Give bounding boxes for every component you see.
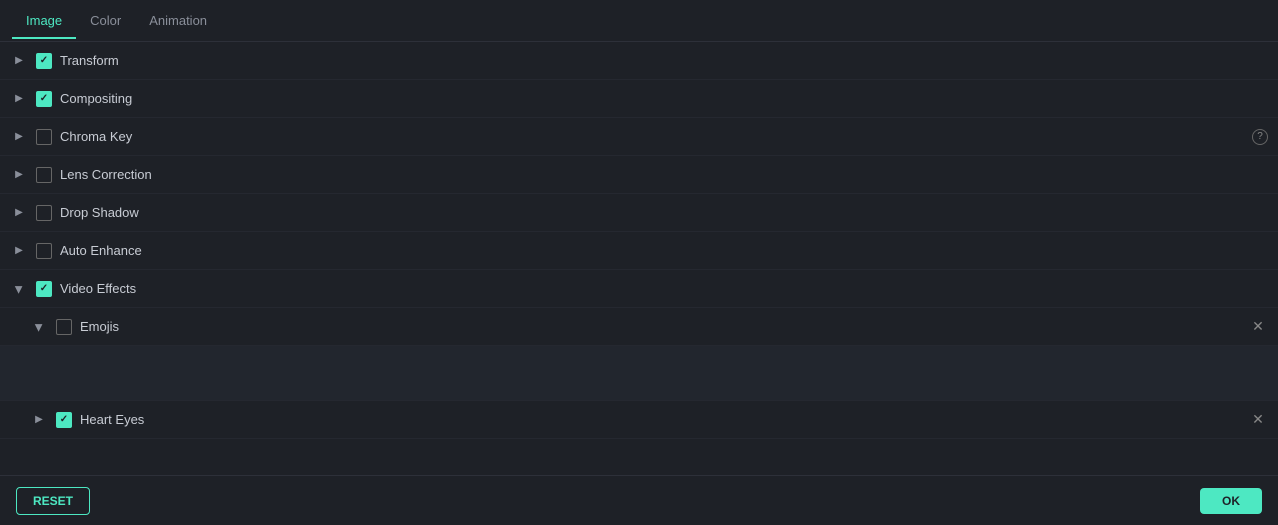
compositing-row[interactable]: ▶ Compositing [0, 80, 1278, 118]
video-effects-chevron: ▶ [10, 281, 28, 299]
chroma-key-label: Chroma Key [60, 129, 1246, 144]
emojis-checkbox[interactable] [56, 319, 72, 335]
chroma-key-checkbox[interactable] [36, 129, 52, 145]
emojis-row[interactable]: ▶ Emojis ✕ [0, 308, 1278, 346]
chroma-key-help-icon[interactable]: ? [1252, 129, 1268, 145]
drop-shadow-row[interactable]: ▶ Drop Shadow [0, 194, 1278, 232]
tab-color[interactable]: Color [76, 3, 135, 38]
drop-shadow-checkbox[interactable] [36, 205, 52, 221]
tab-image[interactable]: Image [12, 3, 76, 38]
transform-chevron: ▶ [10, 52, 28, 70]
transform-checkbox[interactable] [36, 53, 52, 69]
compositing-label: Compositing [60, 91, 1268, 106]
auto-enhance-row[interactable]: ▶ Auto Enhance [0, 232, 1278, 270]
reset-button[interactable]: RESET [16, 487, 90, 515]
lens-correction-label: Lens Correction [60, 167, 1268, 182]
compositing-checkbox[interactable] [36, 91, 52, 107]
compositing-chevron: ▶ [10, 90, 28, 108]
auto-enhance-chevron: ▶ [10, 242, 28, 260]
heart-eyes-label: Heart Eyes [80, 412, 1248, 427]
tabs-bar: Image Color Animation [0, 0, 1278, 42]
auto-enhance-label: Auto Enhance [60, 243, 1268, 258]
footer-bar: RESET OK [0, 475, 1278, 525]
video-effects-label: Video Effects [60, 281, 1268, 296]
emojis-expanded-content [0, 346, 1278, 401]
video-effects-checkbox[interactable] [36, 281, 52, 297]
lens-correction-checkbox[interactable] [36, 167, 52, 183]
heart-eyes-chevron: ▶ [30, 411, 48, 429]
emojis-chevron: ▶ [30, 319, 48, 337]
chroma-key-chevron: ▶ [10, 128, 28, 146]
video-effects-row[interactable]: ▶ Video Effects [0, 270, 1278, 308]
lens-correction-row[interactable]: ▶ Lens Correction [0, 156, 1278, 194]
heart-eyes-close-icon[interactable]: ✕ [1248, 410, 1268, 430]
tab-animation[interactable]: Animation [135, 3, 221, 38]
emojis-close-icon[interactable]: ✕ [1248, 317, 1268, 337]
heart-eyes-row[interactable]: ▶ Heart Eyes ✕ [0, 401, 1278, 439]
ok-button[interactable]: OK [1200, 488, 1262, 514]
heart-eyes-checkbox[interactable] [56, 412, 72, 428]
auto-enhance-checkbox[interactable] [36, 243, 52, 259]
chroma-key-row[interactable]: ▶ Chroma Key ? [0, 118, 1278, 156]
properties-panel: ▶ Transform ▶ Compositing ▶ Chroma Key ?… [0, 42, 1278, 475]
transform-label: Transform [60, 53, 1268, 68]
lens-correction-chevron: ▶ [10, 166, 28, 184]
drop-shadow-chevron: ▶ [10, 204, 28, 222]
emojis-label: Emojis [80, 319, 1248, 334]
drop-shadow-label: Drop Shadow [60, 205, 1268, 220]
transform-row[interactable]: ▶ Transform [0, 42, 1278, 80]
